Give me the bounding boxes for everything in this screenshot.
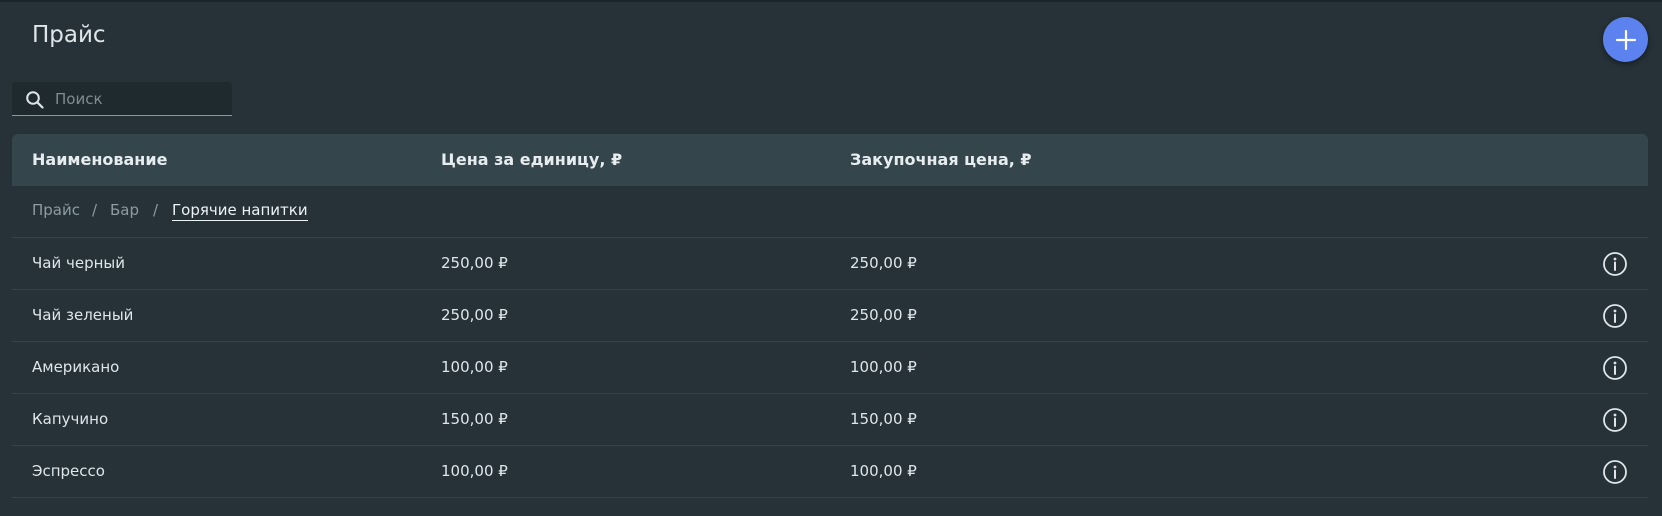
search-input[interactable]: [55, 82, 225, 115]
cell-purchase-price: 150,00 ₽: [850, 410, 917, 428]
table-row[interactable]: Эспрессо 100,00 ₽ 100,00 ₽: [12, 446, 1648, 498]
cell-purchase-price: 100,00 ₽: [850, 462, 917, 480]
info-icon[interactable]: [1602, 407, 1628, 433]
breadcrumb: Прайс / Бар / Горячие напитки: [12, 186, 1648, 238]
table-row[interactable]: Капучино 150,00 ₽ 150,00 ₽: [12, 394, 1648, 446]
cell-unit-price: 250,00 ₽: [441, 254, 508, 272]
breadcrumb-item-bar[interactable]: Бар: [110, 201, 139, 219]
breadcrumb-separator: /: [153, 201, 159, 219]
cell-purchase-price: 100,00 ₽: [850, 358, 917, 376]
cell-name: Капучино: [32, 410, 109, 428]
breadcrumb-item-price[interactable]: Прайс: [32, 201, 80, 219]
cell-unit-price: 100,00 ₽: [441, 358, 508, 376]
table-header: Наименование Цена за единицу, ₽ Закупочн…: [12, 134, 1648, 186]
cell-name: Чай черный: [32, 254, 126, 272]
cell-purchase-price: 250,00 ₽: [850, 254, 917, 272]
cell-name: Эспрессо: [32, 462, 105, 480]
info-icon[interactable]: [1602, 459, 1628, 485]
cell-purchase-price: 250,00 ₽: [850, 306, 917, 324]
search-icon: [26, 91, 44, 109]
table-row[interactable]: Чай зеленый 250,00 ₽ 250,00 ₽: [12, 290, 1648, 342]
search-box[interactable]: [12, 82, 232, 116]
column-header-name[interactable]: Наименование: [32, 150, 167, 169]
table-row[interactable]: Американо 100,00 ₽ 100,00 ₽: [12, 342, 1648, 394]
column-header-unit-price[interactable]: Цена за единицу, ₽: [441, 150, 622, 169]
plus-icon: [1615, 29, 1636, 50]
cell-name: Чай зеленый: [32, 306, 134, 324]
info-icon[interactable]: [1602, 355, 1628, 381]
breadcrumb-separator: /: [92, 201, 98, 219]
cell-unit-price: 250,00 ₽: [441, 306, 508, 324]
table-row[interactable]: Чай черный 250,00 ₽ 250,00 ₽: [12, 238, 1648, 290]
cell-unit-price: 100,00 ₽: [441, 462, 508, 480]
add-button[interactable]: [1603, 17, 1648, 62]
info-icon[interactable]: [1602, 251, 1628, 277]
price-table: Наименование Цена за единицу, ₽ Закупочн…: [12, 134, 1648, 498]
top-border: [0, 0, 1662, 2]
cell-unit-price: 150,00 ₽: [441, 410, 508, 428]
cell-name: Американо: [32, 358, 120, 376]
info-icon[interactable]: [1602, 303, 1628, 329]
breadcrumb-current: Горячие напитки: [172, 201, 308, 221]
page-title: Прайс: [32, 22, 106, 48]
column-header-purchase-price[interactable]: Закупочная цена, ₽: [850, 150, 1032, 169]
